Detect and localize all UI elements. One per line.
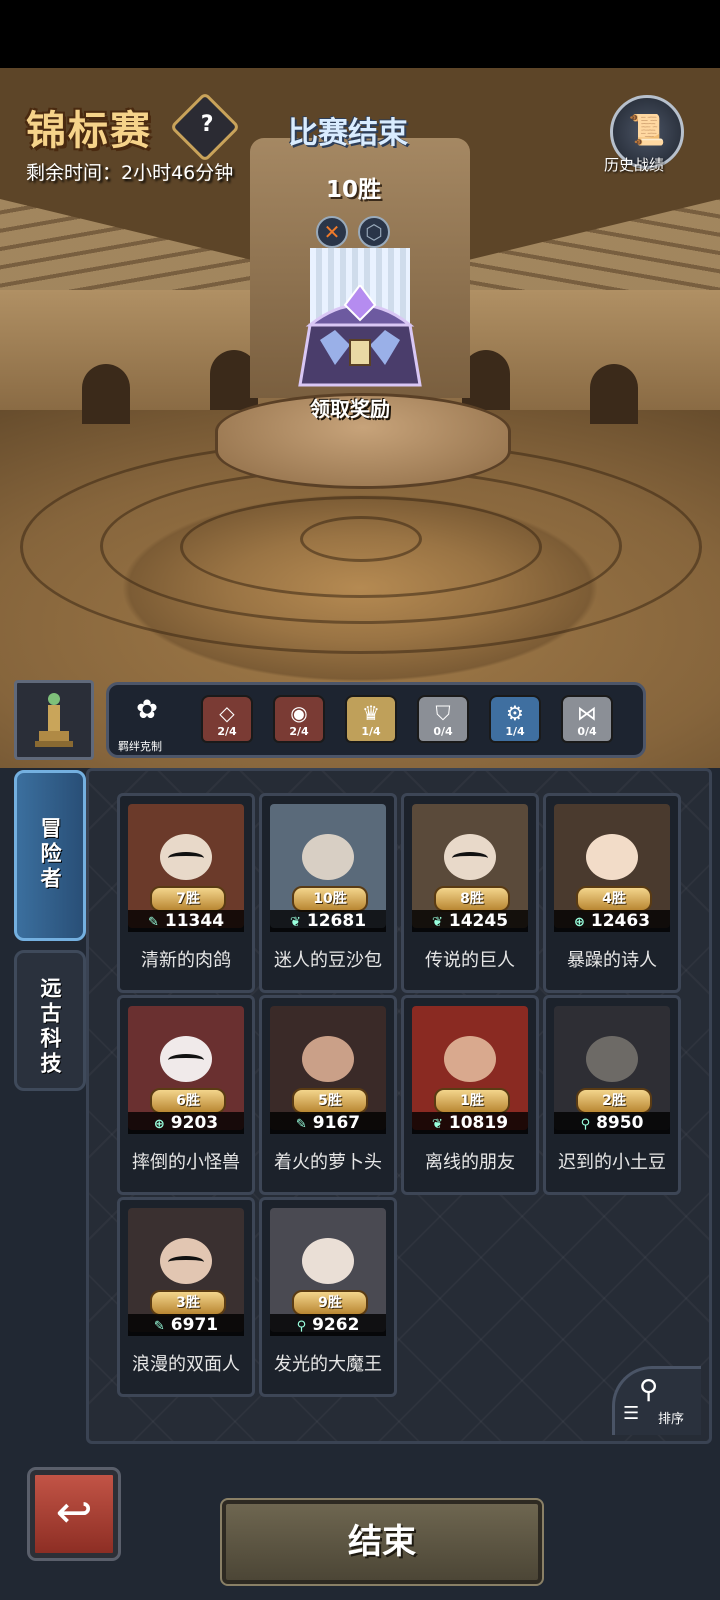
hero-power: ❦ 12681: [270, 910, 386, 932]
end-button[interactable]: 结束: [220, 1498, 544, 1586]
hero-card[interactable]: 4胜 ⊕ 12463 暴躁的诗人: [543, 793, 681, 993]
hero-power: ⊕ 12463: [554, 910, 670, 932]
hero-power: ⚲ 8950: [554, 1112, 670, 1134]
gear-sigil-icon: ⚙: [506, 701, 524, 725]
scroll-icon: 📜: [628, 113, 666, 148]
hero-wins: 4胜: [576, 886, 652, 912]
hero-wins: 1胜: [434, 1088, 510, 1114]
hero-name: 清新的肉鸽: [141, 950, 231, 971]
life-hexagon-icon: ⬡: [358, 216, 390, 248]
hero-card[interactable]: 9胜 ⚲ 9262 发光的大魔王: [259, 1197, 397, 1397]
hero-name: 摔倒的小怪兽: [132, 1152, 240, 1173]
hero-card[interactable]: 2胜 ⚲ 8950 迟到的小土豆: [543, 995, 681, 1195]
synergy-bar[interactable]: ✿ ◇ 2/4 ◉ 2/4 ♛ 1/4 ⛉ 0/4 ⚙ 1/4 ⋈ 0/4: [106, 682, 646, 758]
hero-wins: 2胜: [576, 1088, 652, 1114]
hero-power: ❦ 14245: [412, 910, 528, 932]
question-icon: ?: [200, 111, 214, 137]
remaining-time: 剩余时间：2小时46分钟: [26, 162, 234, 184]
arena-arch: [590, 364, 638, 424]
hero-name: 迟到的小土豆: [558, 1152, 666, 1173]
tab-ancient-tech-label: 远古科技: [38, 977, 62, 1077]
hero-card[interactable]: 5胜 ✎ 9167 着火的萝卜头: [259, 995, 397, 1195]
hero-power: ✎ 6971: [128, 1314, 244, 1336]
synergy-slot[interactable]: ♛ 1/4: [345, 695, 397, 743]
hero-wins: 5胜: [292, 1088, 368, 1114]
arena-floor-center: [300, 516, 422, 562]
synergy-slot[interactable]: ◉ 2/4: [273, 695, 325, 743]
hero-card[interactable]: 3胜 ✎ 6971 浪漫的双面人: [117, 1197, 255, 1397]
back-button[interactable]: ↩: [27, 1467, 121, 1561]
class-icon: ⚲: [296, 1319, 307, 1334]
shield-sigil-icon: ⛉: [435, 701, 451, 725]
hero-wins: 10胜: [292, 886, 368, 912]
hero-name: 发光的大魔王: [274, 1354, 382, 1375]
history-label: 历史战绩: [604, 156, 665, 174]
page-title: 锦标赛: [26, 108, 152, 154]
arena-arch: [82, 364, 130, 424]
undo-arrow-icon: ↩: [55, 1487, 93, 1538]
hero-card[interactable]: 8胜 ❦ 14245 传说的巨人: [401, 793, 539, 993]
synergy-slot[interactable]: ◇ 2/4: [201, 695, 253, 743]
reward-chest[interactable]: [290, 285, 430, 395]
synergy-icon: ✿: [136, 695, 158, 725]
hero-power: ❦ 10819: [412, 1112, 528, 1134]
hero-power: ⊕ 9203: [128, 1112, 244, 1134]
tab-ancient-tech[interactable]: 远古科技: [14, 950, 86, 1091]
hero-card[interactable]: 10胜 ❦ 12681 迷人的豆沙包: [259, 793, 397, 993]
sort-button[interactable]: ⚲ ☰: [612, 1366, 701, 1435]
hero-wins: 3胜: [150, 1290, 226, 1316]
hero-grid: 7胜 ✎ 11344 清新的肉鸽 10胜 ❦ 12681 迷人的豆沙包 8胜 ❦ 14…: [86, 768, 712, 1444]
wing-sigil-icon: ⋈: [577, 701, 597, 725]
hero-card[interactable]: 1胜 ❦ 10819 离线的朋友: [401, 995, 539, 1195]
class-icon: ✎: [295, 1117, 307, 1132]
class-icon: ✎: [147, 915, 159, 930]
hero-power: ✎ 9167: [270, 1112, 386, 1134]
class-icon: ❦: [431, 915, 443, 930]
side-tabs: 冒险者 远古科技: [14, 770, 86, 1370]
hero-wins: 8胜: [434, 886, 510, 912]
tab-adventurer[interactable]: 冒险者: [14, 770, 86, 941]
hero-name: 着火的萝卜头: [274, 1152, 382, 1173]
class-icon: ✎: [153, 1319, 165, 1334]
class-icon: ⚲: [580, 1117, 591, 1132]
hero-name: 浪漫的双面人: [132, 1354, 240, 1375]
eye-sigil-icon: ◉: [290, 701, 308, 725]
sort-label: 排序: [658, 1412, 685, 1427]
hero-card[interactable]: 7胜 ✎ 11344 清新的肉鸽: [117, 793, 255, 993]
hero-card[interactable]: 6胜 ⊕ 9203 摔倒的小怪兽: [117, 995, 255, 1195]
claim-reward-label[interactable]: 领取奖励: [310, 393, 390, 422]
class-icon: ❦: [289, 915, 301, 930]
hero-name: 离线的朋友: [425, 1152, 515, 1173]
tab-adventurer-label: 冒险者: [38, 817, 62, 892]
synergy-slot[interactable]: ⛉ 0/4: [417, 695, 469, 743]
tower-icon: [35, 693, 73, 747]
synergy-slot[interactable]: ⋈ 0/4: [561, 695, 613, 743]
hero-wins: 9胜: [292, 1290, 368, 1316]
hero-name: 迷人的豆沙包: [274, 950, 382, 971]
class-icon: ⊕: [153, 1117, 165, 1132]
hero-wins: 7胜: [150, 886, 226, 912]
loss-x-icon: ✕: [316, 216, 348, 248]
synergy-label: 羁绊克制: [118, 740, 162, 753]
hero-power: ✎ 11344: [128, 910, 244, 932]
win-count: 10胜: [326, 177, 382, 203]
hero-name: 传说的巨人: [425, 950, 515, 971]
synergy-slot[interactable]: ⚙ 1/4: [489, 695, 541, 743]
class-icon: ❦: [431, 1117, 443, 1132]
tower-button[interactable]: [14, 680, 94, 760]
diamond-sigil-icon: ◇: [219, 701, 235, 725]
hero-wins: 6胜: [150, 1088, 226, 1114]
class-icon: ⊕: [573, 915, 585, 930]
hero-name: 暴躁的诗人: [567, 950, 657, 971]
match-status: 比赛结束: [288, 116, 408, 151]
magnifier-icon: ⚲: [639, 1375, 659, 1405]
crown-sigil-icon: ♛: [362, 701, 380, 725]
hero-power: ⚲ 9262: [270, 1314, 386, 1336]
list-icon: ☰: [623, 1403, 640, 1424]
